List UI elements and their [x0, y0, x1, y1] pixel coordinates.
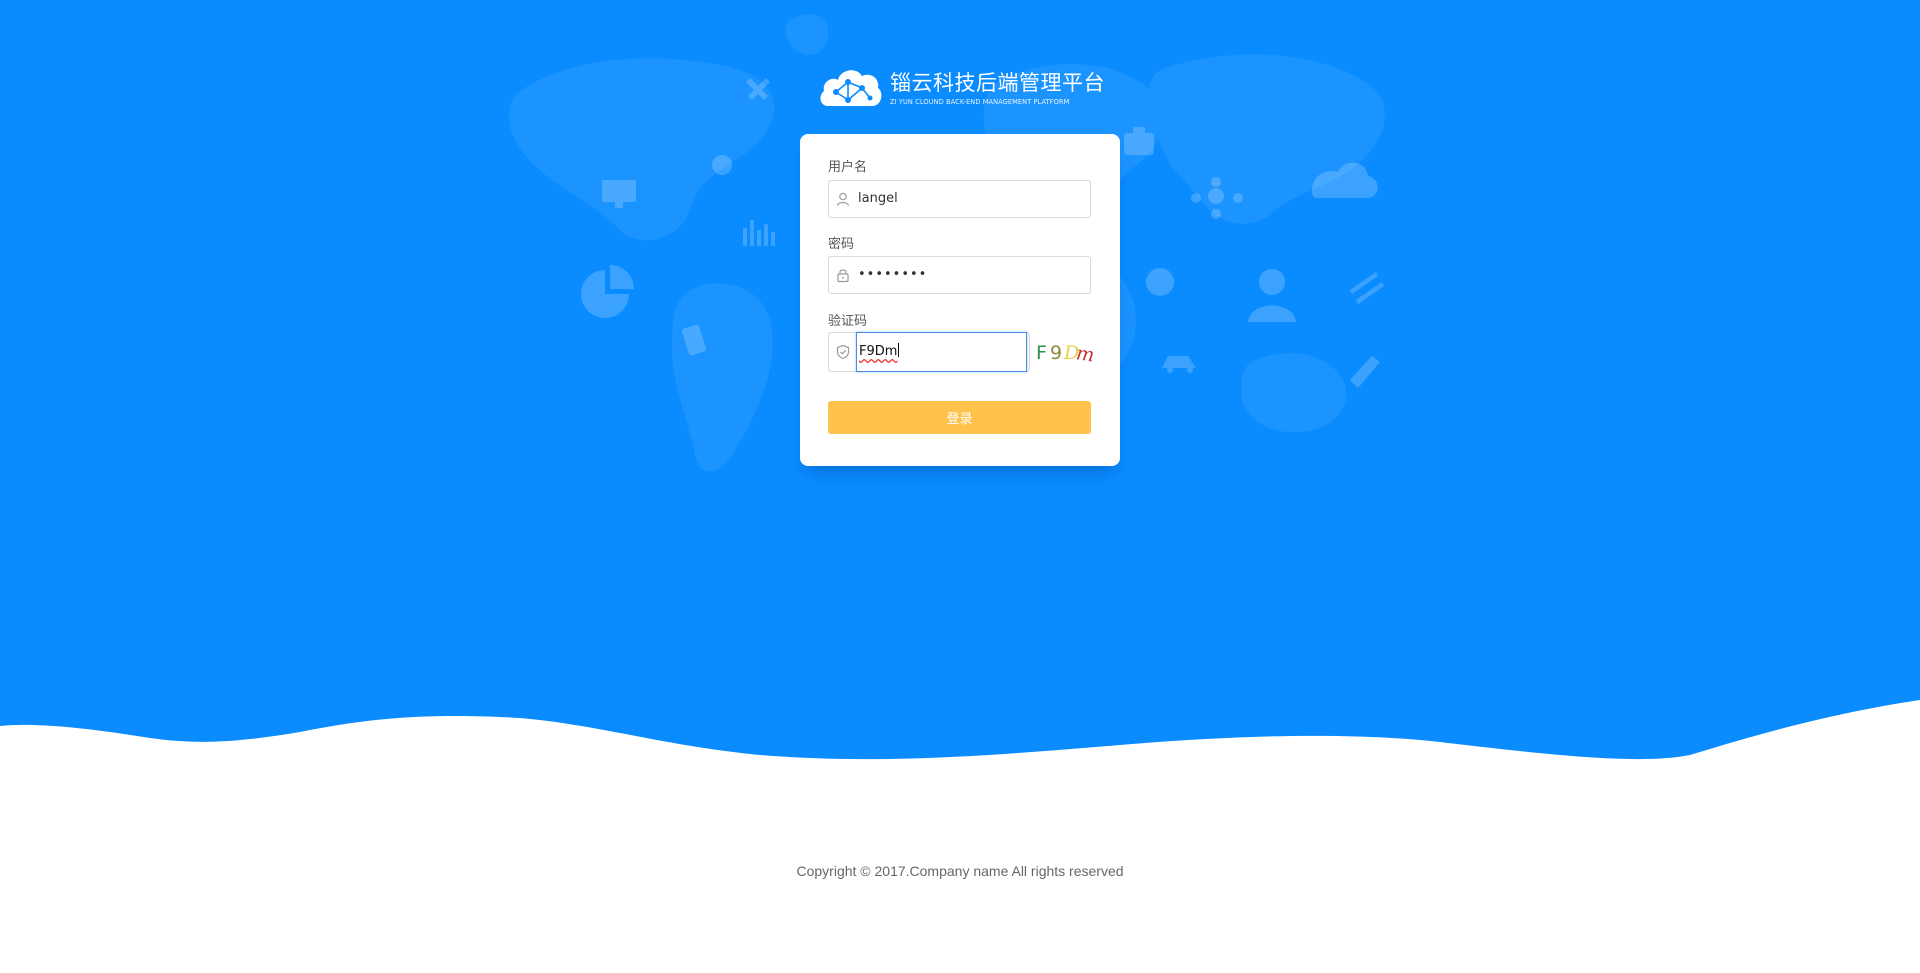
username-field[interactable]: langel [828, 180, 1091, 218]
captcha-char: m [1075, 342, 1094, 366]
password-label: 密码 [828, 237, 855, 252]
brand-subtitle: ZI YUN CLOUND BACK-END MANAGEMENT PLATFO… [890, 98, 1070, 106]
password-value: •••••••• [858, 267, 928, 282]
captcha-label: 验证码 [828, 314, 868, 329]
username-label: 用户名 [828, 160, 868, 175]
username-value: langel [858, 191, 898, 206]
shield-icon [836, 344, 850, 360]
captcha-char: 9 [1050, 342, 1062, 364]
cloud-network-icon [820, 70, 882, 106]
captcha-char: F [1036, 342, 1047, 364]
captcha-input[interactable]: F9Dm [856, 332, 1027, 372]
lock-icon [837, 269, 849, 283]
login-button[interactable]: 登录 [828, 401, 1091, 434]
copyright-text: Copyright © 2017.Company name All rights… [796, 863, 1124, 879]
captcha-image[interactable]: F 9 D m [1032, 332, 1094, 372]
captcha-input-value: F9Dm [859, 343, 900, 359]
text-caret [898, 343, 900, 357]
login-card: 用户名 langel 密码 •••••••• 验证码 F9Dm F 9 D m … [800, 134, 1120, 466]
password-field[interactable]: •••••••• [828, 256, 1091, 294]
login-page: 锱云科技后端管理平台 ZI YUN CLOUND BACK-END MANAGE… [0, 0, 1920, 973]
brand-title: 锱云科技后端管理平台 [890, 71, 1105, 95]
brand-text: 锱云科技后端管理平台 ZI YUN CLOUND BACK-END MANAGE… [890, 70, 1105, 106]
captcha-field: F9Dm [828, 332, 1030, 372]
brand-logo: 锱云科技后端管理平台 ZI YUN CLOUND BACK-END MANAGE… [818, 64, 1105, 110]
user-icon [836, 192, 850, 206]
